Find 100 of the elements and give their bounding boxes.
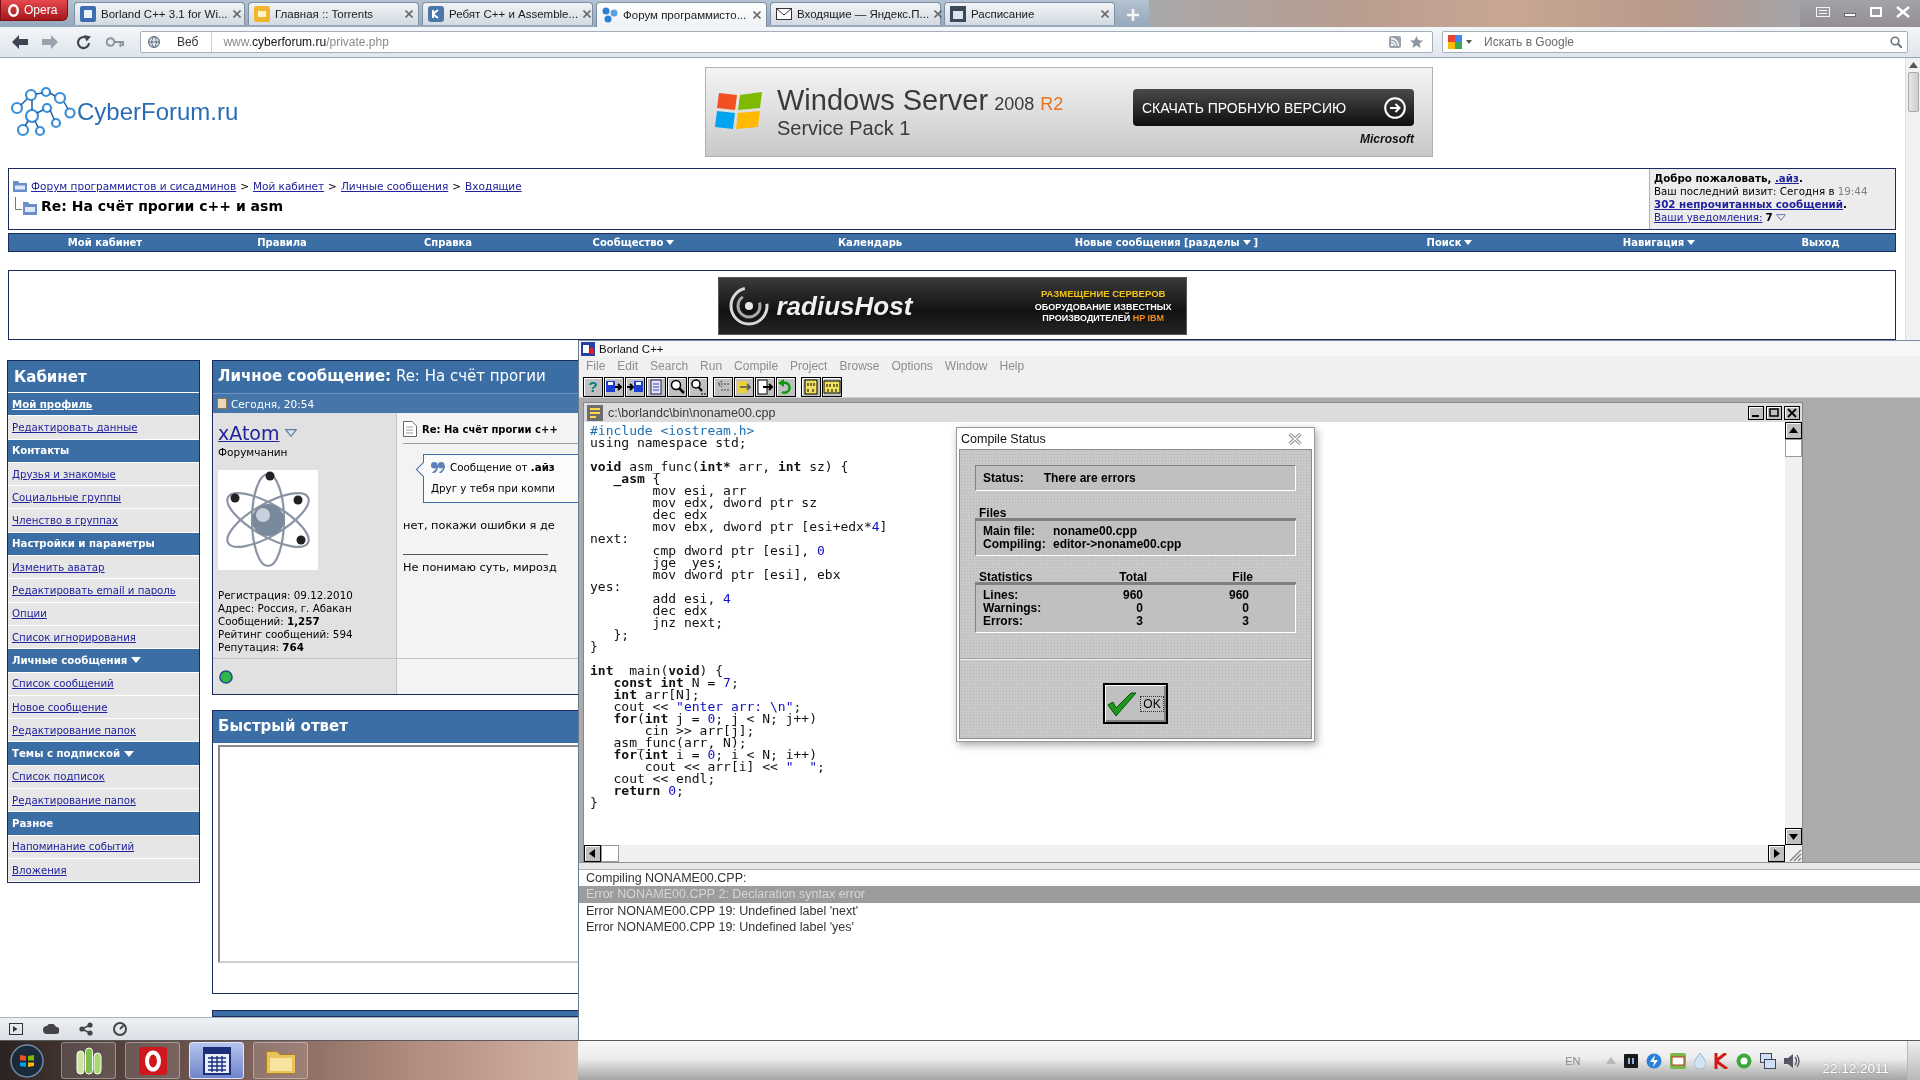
sidebar-heading: Настройки и параметры [8,532,199,557]
key-icon[interactable] [106,37,124,47]
author-stat: Регистрация: 09.12.2010 [218,589,354,602]
nav-link[interactable]: Выход [1801,237,1840,248]
compiler-message[interactable]: Error NONAME00.CPP 19: Undefined label 'yes' [579,918,1920,936]
dots-icon [602,7,618,23]
breadcrumb-link[interactable]: Форум программистов и сисадминов [31,180,237,192]
network-logo-icon[interactable] [10,86,76,137]
address-field[interactable]: Веб www.cyberforum.ru/private.php [140,31,1433,53]
binary-icon[interactable] [822,376,842,397]
speaker-icon[interactable] [1784,1053,1801,1068]
unread-link[interactable]: 302 непрочитанных сообщений [1654,198,1844,210]
save-arrow-icon[interactable] [604,376,624,397]
scroll-up-icon[interactable] [1785,422,1802,439]
code-line: mov esi, arr [651,485,747,497]
window-list-icon[interactable] [1816,6,1830,17]
column-heading: Total [1118,570,1147,584]
pause-icon[interactable] [1624,1053,1639,1068]
browser-tab[interactable]: Ребят C++ и Assemble... [422,2,593,25]
breadcrumb-link[interactable]: Входящие [465,180,522,192]
browser-tab[interactable]: Главная :: Torrents [248,2,419,25]
document-arrow-icon[interactable] [755,376,775,397]
opera-menu-button[interactable]: Opera [0,0,68,21]
scroll-left-icon[interactable] [584,845,601,862]
ok-button[interactable]: OK [1103,683,1168,724]
search-icon[interactable] [667,376,687,397]
scrollbar-thumb[interactable] [601,845,619,862]
back-icon[interactable] [12,35,28,49]
sidebar-heading[interactable]: Личные сообщения [8,649,199,673]
scope-button[interactable]: Веб [141,32,213,52]
sidebar-title: Кабинет [8,361,199,393]
ad-banner[interactable]: Windows Server 2008 R2 Service Pack 1 СКАЧАТЬ ПРОБНУЮ ВЕРСИЮ Microsoft [705,66,1433,157]
horizontal-scrollbar[interactable] [584,845,1802,862]
compiler-message[interactable]: Compiling NONAME00.CPP: [579,870,1920,887]
circle-icon[interactable] [1736,1052,1753,1069]
badge-icon[interactable] [1670,1052,1687,1069]
maximize-icon[interactable] [1766,405,1782,420]
code-line: #include <iostream.h> [590,425,755,437]
field-value: editor->noname00.cpp [1053,538,1183,551]
nav-link[interactable]: Новые сообщения [разделы ] [1074,237,1259,248]
code-line: void asm_func(int* arr, int sz) { [590,461,849,473]
compiler-message[interactable]: Error NONAME00.CPP 19: Undefined label 'next' [579,902,1920,919]
download-button[interactable]: СКАЧАТЬ ПРОБНУЮ ВЕРСИЮ [1133,89,1414,126]
binary-file-icon[interactable] [801,376,821,397]
document-icon[interactable] [646,376,666,397]
ad-brand: radiusHost [776,290,913,322]
scroll-right-icon[interactable] [1768,845,1785,862]
code-line: mov dword ptr [esi], ebx [651,569,841,581]
notifications-link[interactable]: Ваши уведомления: [1654,211,1763,224]
previous-icon[interactable] [713,376,733,397]
taskbar-button[interactable] [189,1042,244,1079]
code-line: jnz next; [651,617,724,629]
page-scrollbar[interactable] [1905,58,1920,340]
browser-tab[interactable]: Форум программисто... [596,2,767,27]
nav-link[interactable]: Справка [424,237,472,248]
nav-link[interactable]: Правила [257,237,307,248]
vertical-scrollbar[interactable] [1785,422,1802,845]
user-link[interactable]: .айз [1774,172,1799,184]
rss-icon[interactable] [1389,36,1401,48]
k-shape-icon[interactable] [1714,1052,1729,1069]
star-icon[interactable] [1410,36,1423,48]
panel-toggle-icon[interactable] [9,1023,23,1035]
browser-tab[interactable]: Расписание [944,2,1115,25]
nav-link[interactable]: Мой кабинет [67,237,143,248]
next-icon[interactable] [734,376,754,397]
lightning-icon[interactable] [1646,1052,1663,1069]
nav-link[interactable]: Поиск [1426,237,1473,248]
scrollbar-thumb[interactable] [1785,439,1802,457]
site-logo[interactable]: CyberForum.ru [77,97,239,126]
share-icon[interactable] [79,1022,93,1036]
start-icon[interactable] [10,1043,44,1078]
network-icon[interactable] [1760,1052,1777,1069]
nav-link[interactable]: Сообщество [592,237,675,248]
close-icon[interactable] [1784,405,1800,420]
scroll-up-icon[interactable] [1908,62,1918,68]
arrow-save-icon[interactable] [625,376,645,397]
browser-tab[interactable]: Borland C++ 3.1 for Wi... [74,2,245,25]
caret-icon[interactable] [284,429,297,437]
browser-tab[interactable]: Входящие — Яндекс.П... [770,2,941,25]
search-next-icon[interactable] [688,376,708,397]
undo-icon[interactable] [776,376,796,397]
nav-link[interactable]: Навигация [1622,237,1696,248]
code-line: int main(void) { [590,665,724,677]
nav-link[interactable]: Календарь [837,237,903,248]
author-link[interactable]: xAtom [218,422,280,444]
minimize-icon[interactable] [1748,405,1764,420]
breadcrumb-link[interactable]: Мой кабинет [252,180,325,192]
stat-value: 960 [1121,589,1143,602]
scrollbar-thumb[interactable] [1907,72,1919,112]
scroll-down-icon[interactable] [1785,828,1802,845]
hosting-banner[interactable]: radiusHost РАЗМЕЩЕНИЕ СЕРВЕРОВ ОБОРУДОВАНИЕ ИЗВЕСТНЫХ ПРОИЗВОДИТЕЛЕЙ HP IBM [717,277,1187,335]
status-dot-icon [219,669,233,684]
cloud-icon[interactable] [43,1024,59,1034]
sidebar-heading[interactable]: Темы с подпиской [8,742,199,766]
sidebar-heading-link[interactable]: Мой профиль [8,393,199,417]
breadcrumb-separator: > [328,180,337,192]
caret-icon[interactable] [1775,214,1786,221]
speedometer-icon[interactable] [113,1022,127,1036]
breadcrumb-link[interactable]: Личные сообщения [340,180,449,192]
reload-icon[interactable] [76,34,91,50]
